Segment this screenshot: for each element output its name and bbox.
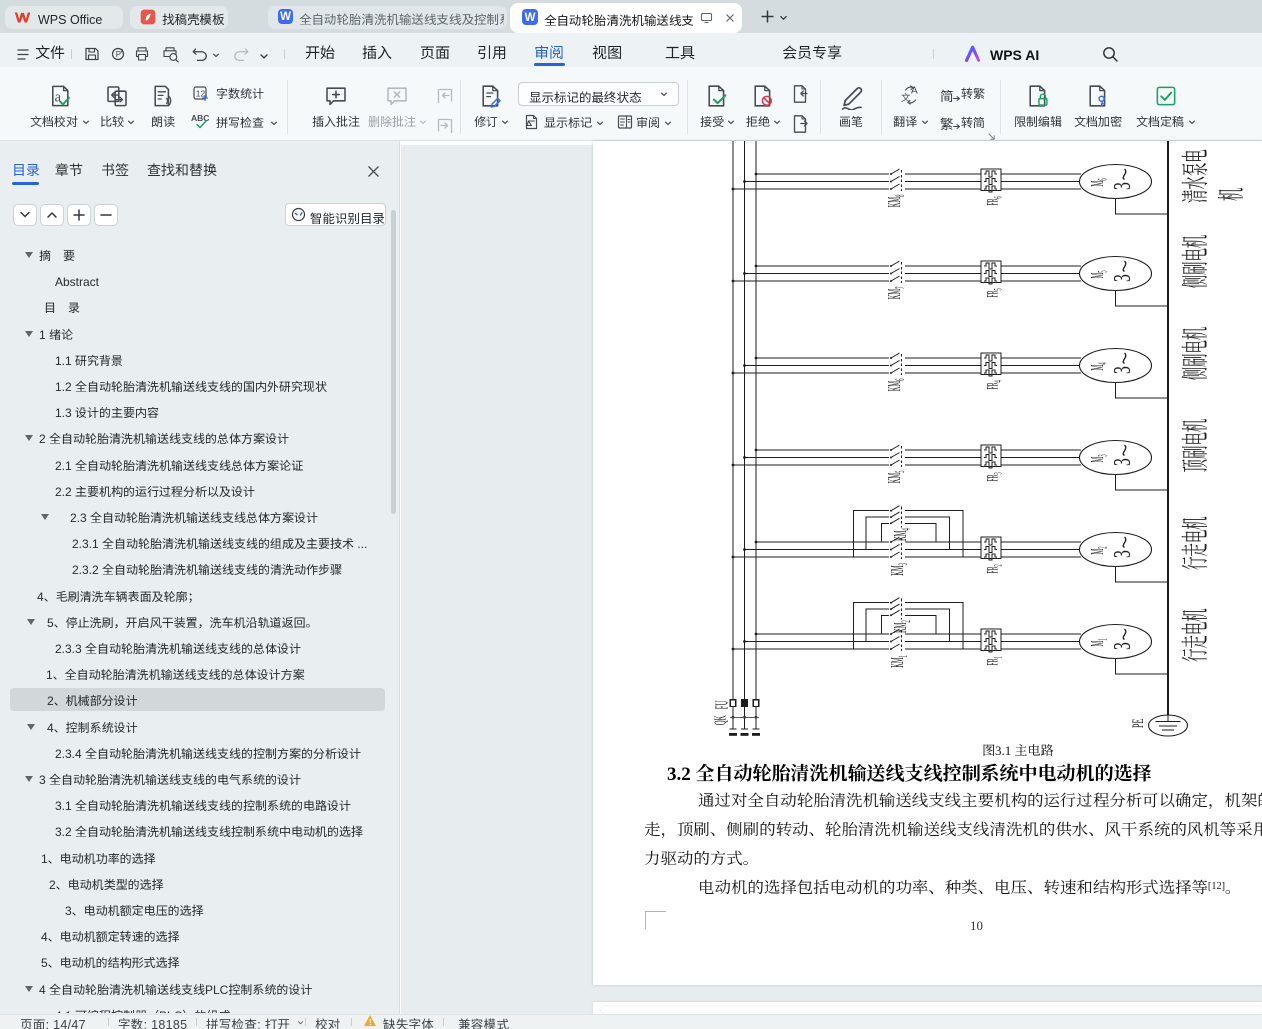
svg-text:P: P bbox=[116, 50, 121, 59]
svg-text:侧刷电机: 侧刷电机 bbox=[1174, 327, 1214, 381]
svg-text:FU: FU bbox=[712, 700, 732, 709]
svg-text:3: 3 bbox=[1110, 458, 1136, 466]
svg-text:3: 3 bbox=[1110, 550, 1136, 558]
svg-text:文: 文 bbox=[901, 90, 911, 104]
svg-text:FR1: FR1 bbox=[983, 656, 1004, 665]
svg-text:顶刷电机: 顶刷电机 bbox=[1174, 419, 1214, 473]
svg-text:KM8: KM8 bbox=[884, 194, 908, 207]
svg-text:3: 3 bbox=[1110, 642, 1136, 650]
svg-text:FR3: FR3 bbox=[983, 472, 1004, 481]
svg-text:KM4: KM4 bbox=[890, 528, 914, 541]
svg-text:侧刷电机: 侧刷电机 bbox=[1174, 235, 1214, 289]
svg-text:行走电机: 行走电机 bbox=[1174, 608, 1214, 662]
svg-text:12: 12 bbox=[196, 89, 206, 99]
svg-text:FR5: FR5 bbox=[983, 288, 1004, 297]
svg-text:FR2: FR2 bbox=[983, 564, 1004, 573]
svg-text:KM1: KM1 bbox=[887, 655, 911, 668]
svg-text:KM5: KM5 bbox=[884, 470, 908, 483]
svg-text:KM7: KM7 bbox=[884, 286, 908, 299]
svg-text:机: 机 bbox=[1210, 188, 1250, 201]
svg-text:FR6: FR6 bbox=[983, 196, 1004, 205]
svg-text:QK: QK bbox=[710, 715, 730, 725]
svg-text:3: 3 bbox=[1110, 182, 1136, 190]
svg-text:KM2: KM2 bbox=[890, 620, 914, 633]
svg-text:KM6: KM6 bbox=[884, 378, 908, 391]
svg-text:ABC: ABC bbox=[191, 113, 209, 123]
svg-text:行走电机: 行走电机 bbox=[1174, 516, 1214, 570]
svg-text:3: 3 bbox=[1110, 366, 1136, 374]
svg-text:清水泵电: 清水泵电 bbox=[1174, 149, 1214, 203]
svg-text:FR4: FR4 bbox=[983, 380, 1004, 389]
svg-text:3: 3 bbox=[1110, 274, 1136, 282]
svg-text:PE: PE bbox=[1129, 718, 1147, 728]
svg-text:KM3: KM3 bbox=[887, 563, 911, 576]
